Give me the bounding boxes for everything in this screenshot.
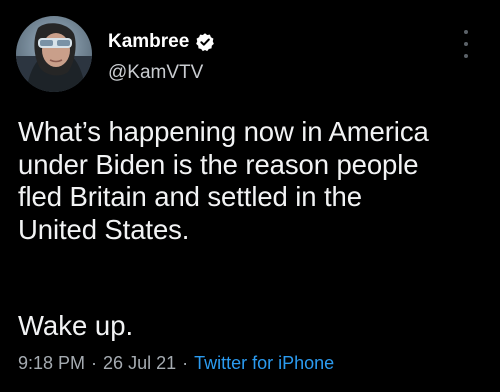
avatar-image (16, 16, 92, 92)
tweet-date[interactable]: 26 Jul 21 (103, 353, 176, 374)
tweet-card: Kambree @KamVTV What’s happening now in … (0, 0, 500, 392)
avatar[interactable] (16, 16, 92, 92)
more-vertical-icon-dot-middle (464, 42, 468, 46)
user-handle[interactable]: @KamVTV (108, 61, 203, 85)
more-vertical-icon-dot-top (464, 30, 468, 34)
tweet-body: What’s happening now in America under Bi… (18, 116, 429, 245)
more-options-button[interactable] (458, 30, 474, 58)
tweet-time[interactable]: 9:18 PM (18, 353, 85, 374)
separator-dot: · (91, 352, 98, 373)
tweet-closing-line: Wake up. (18, 310, 134, 341)
tweet-text: What’s happening now in America under Bi… (18, 116, 488, 246)
tweet-source-link[interactable]: Twitter for iPhone (194, 353, 334, 374)
display-name[interactable]: Kambree (108, 30, 189, 54)
verified-badge-icon (195, 32, 215, 52)
tweet-metadata: 9:18 PM · 26 Jul 21 · Twitter for iPhone (18, 349, 334, 377)
user-name-row: Kambree (108, 30, 215, 54)
separator-dot: · (182, 352, 189, 373)
more-vertical-icon-dot-bottom (464, 54, 468, 58)
